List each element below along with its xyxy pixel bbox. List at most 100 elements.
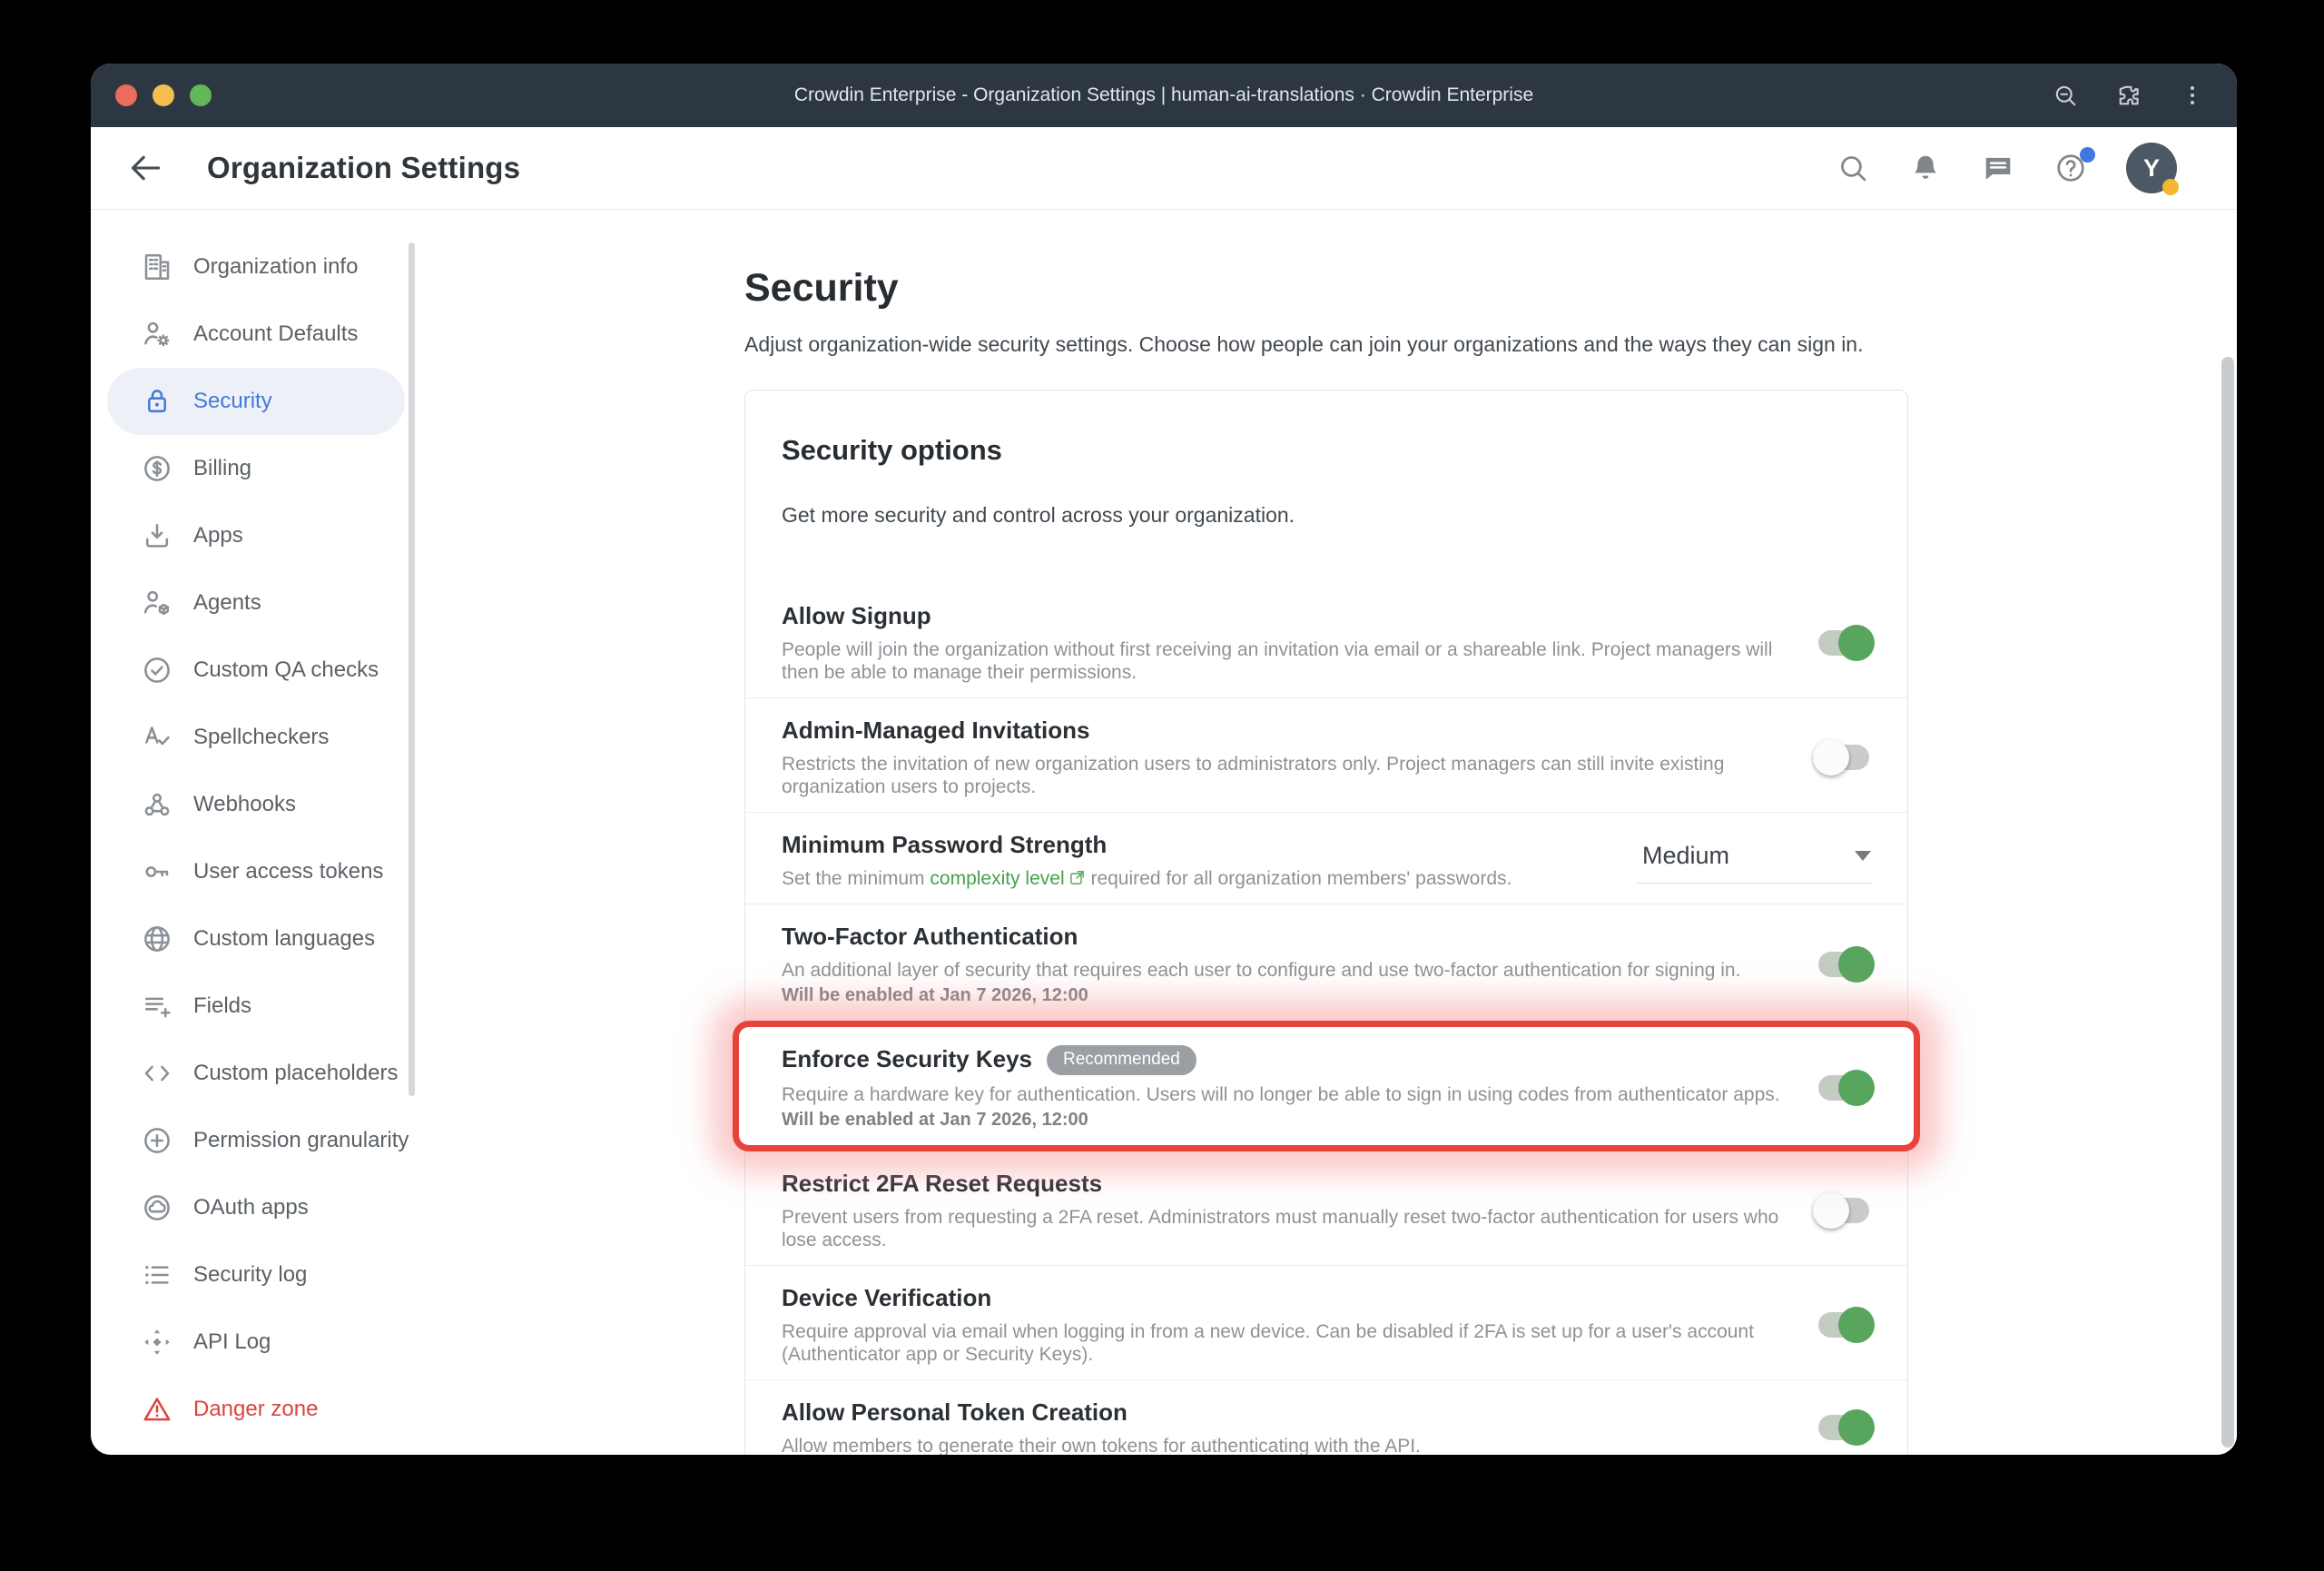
card-title: Security options (745, 434, 1907, 467)
settings-row-allow-signup: Allow Signup People will join the organi… (745, 584, 1907, 697)
sidebar-item-fields[interactable]: Fields (107, 973, 405, 1040)
sidebar-scrollbar[interactable] (409, 242, 415, 1096)
sidebar-item-label: User access tokens (193, 859, 383, 884)
check-circle-icon (141, 654, 173, 687)
sidebar-item-custom-placeholders[interactable]: Custom placeholders (107, 1040, 405, 1107)
globe-icon (141, 923, 173, 955)
setting-note: Will be enabled at Jan 7 2026, 12:00 (782, 1109, 1782, 1131)
sidebar-item-webhooks[interactable]: Webhooks (107, 771, 405, 838)
setting-title: Allow Personal Token Creation (782, 1398, 1128, 1427)
sidebar-item-label: Agents (193, 590, 261, 616)
settings-row-restrict-2fa-reset-requests: Restrict 2FA Reset Requests Prevent user… (745, 1151, 1907, 1265)
page-scrollbar[interactable] (2221, 357, 2234, 1447)
sidebar-item-label: Security (193, 389, 272, 414)
allow-signup-toggle[interactable] (1818, 630, 1869, 656)
help-badge-dot (2080, 147, 2095, 163)
sidebar-item-user-access-tokens[interactable]: User access tokens (107, 838, 405, 905)
sidebar-item-billing[interactable]: Billing (107, 435, 405, 502)
setting-title: Two-Factor Authentication (782, 922, 1078, 951)
main-content: Security Adjust organization-wide securi… (418, 210, 2237, 1455)
sidebar-item-permission-granularity[interactable]: Permission granularity (107, 1107, 405, 1174)
notifications-icon[interactable] (1908, 151, 1943, 185)
zoom-out-icon[interactable] (2052, 82, 2079, 109)
settings-row-minimum-password-strength: Minimum Password Strength Set the minimu… (745, 812, 1907, 904)
fields-icon (141, 990, 173, 1023)
close-button[interactable] (115, 84, 137, 106)
lock-icon (141, 385, 173, 418)
enforce-security-keys-toggle[interactable] (1818, 1075, 1869, 1101)
restrict-2fa-reset-requests-toggle[interactable] (1818, 1198, 1869, 1223)
setting-description: Set the minimum complexity level require… (782, 867, 1600, 890)
setting-description: Restricts the invitation of new organiza… (782, 753, 1782, 798)
sidebar-item-api-log[interactable]: API Log (107, 1309, 405, 1376)
sidebar-item-label: Webhooks (193, 792, 296, 817)
minimize-button[interactable] (153, 84, 174, 106)
setting-description: Require a hardware key for authenticatio… (782, 1083, 1782, 1106)
settings-row-admin-managed-invitations: Admin-Managed Invitations Restricts the … (745, 697, 1907, 812)
sidebar-item-label: Custom placeholders (193, 1061, 398, 1086)
sidebar-item-label: Organization info (193, 254, 358, 280)
sidebar-item-label: Fields (193, 993, 251, 1019)
search-icon[interactable] (1836, 151, 1870, 185)
avatar-initial: Y (2143, 154, 2160, 183)
setting-title: Device Verification (782, 1283, 991, 1312)
toggle-knob (1813, 1192, 1849, 1229)
sidebar-item-label: Security log (193, 1262, 307, 1288)
sidebar-item-label: Account Defaults (193, 321, 358, 347)
allow-personal-token-creation-toggle[interactable] (1818, 1415, 1869, 1440)
two-factor-authentication-toggle[interactable] (1818, 952, 1869, 977)
recommended-badge: Recommended (1047, 1045, 1196, 1075)
key-icon (141, 855, 173, 888)
toggle-knob (1838, 625, 1875, 661)
avatar[interactable]: Y (2126, 143, 2177, 193)
sidebar-item-account-defaults[interactable]: Account Defaults (107, 301, 405, 368)
messages-icon[interactable] (1981, 151, 2015, 185)
section-subtitle: Adjust organization-wide security settin… (744, 332, 2237, 357)
list-icon (141, 1259, 173, 1291)
extensions-icon[interactable] (2115, 82, 2142, 109)
sidebar-item-oauth-apps[interactable]: OAuth apps (107, 1174, 405, 1241)
sidebar-item-custom-qa-checks[interactable]: Custom QA checks (107, 637, 405, 704)
sidebar-item-label: Billing (193, 456, 251, 481)
back-button[interactable] (125, 148, 165, 188)
code-icon (141, 1057, 173, 1090)
sidebar-item-organization-info[interactable]: Organization info (107, 233, 405, 301)
toggle-knob (1838, 1070, 1875, 1106)
settings-row-device-verification: Device Verification Require approval via… (745, 1265, 1907, 1379)
sidebar-item-label: Custom languages (193, 926, 375, 952)
setting-description: Prevent users from requesting a 2FA rese… (782, 1206, 1782, 1251)
browser-menu-icon[interactable] (2179, 82, 2206, 109)
help-button[interactable] (2053, 151, 2088, 185)
card-subtitle: Get more security and control across you… (745, 503, 1907, 528)
setting-title: Enforce Security Keys (782, 1044, 1032, 1073)
sidebar-item-danger-zone[interactable]: Danger zone (107, 1376, 405, 1443)
section-title: Security (744, 266, 2237, 311)
settings-row-two-factor-authentication: Two-Factor Authentication An additional … (745, 904, 1907, 1021)
complexity-level-link[interactable]: complexity level (930, 868, 1064, 889)
sidebar-item-security-log[interactable]: Security log (107, 1241, 405, 1309)
setting-description: Require approval via email when logging … (782, 1320, 1782, 1366)
setting-description: Allow members to generate their own toke… (782, 1435, 1782, 1455)
device-verification-toggle[interactable] (1818, 1312, 1869, 1338)
sidebar-item-custom-languages[interactable]: Custom languages (107, 905, 405, 973)
setting-title: Minimum Password Strength (782, 830, 1107, 859)
spellcheck-icon (141, 721, 173, 754)
browser-tab-title: Crowdin Enterprise - Organization Settin… (794, 84, 1533, 106)
chevron-down-icon (1855, 851, 1871, 861)
setting-title: Admin-Managed Invitations (782, 716, 1089, 745)
sidebar-item-agents[interactable]: Agents (107, 569, 405, 637)
toggle-knob (1838, 1307, 1875, 1343)
maximize-button[interactable] (190, 84, 212, 106)
setting-description: People will join the organization withou… (782, 638, 1782, 684)
setting-description: An additional layer of security that req… (782, 959, 1782, 982)
settings-sidebar: Organization info Account Defaults Secur… (91, 210, 418, 1455)
sidebar-item-security[interactable]: Security (107, 368, 405, 435)
browser-titlebar: Crowdin Enterprise - Organization Settin… (91, 64, 2237, 127)
sidebar-item-apps[interactable]: Apps (107, 502, 405, 569)
avatar-status-dot (2162, 179, 2179, 195)
minimum-password-strength-select[interactable]: Medium (1637, 836, 1873, 884)
admin-managed-invitations-toggle[interactable] (1818, 745, 1869, 770)
setting-title: Restrict 2FA Reset Requests (782, 1169, 1102, 1198)
user-cube-icon (141, 587, 173, 619)
sidebar-item-spellcheckers[interactable]: Spellcheckers (107, 704, 405, 771)
